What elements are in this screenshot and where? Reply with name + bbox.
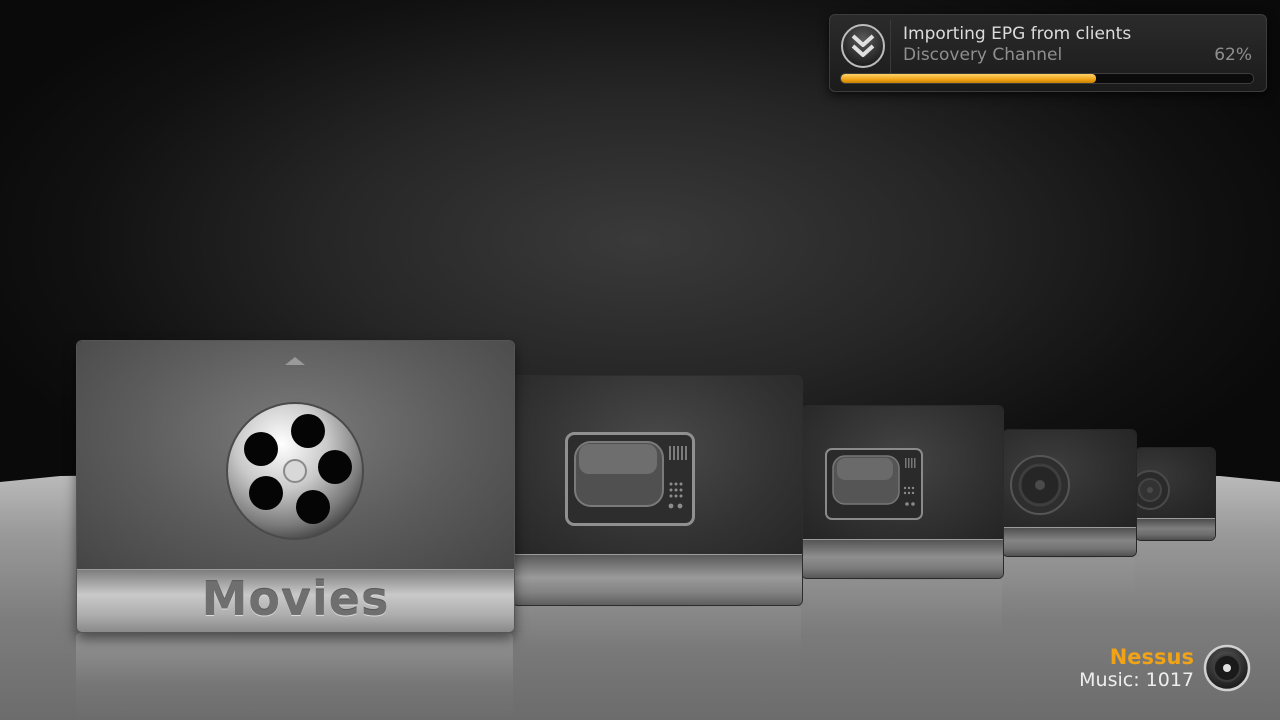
tile-reflection xyxy=(76,633,513,720)
tile-label-movies: Movies xyxy=(201,572,390,626)
tile-label-bar xyxy=(1136,518,1215,540)
tile-face xyxy=(77,341,514,569)
menu-tile-3[interactable] xyxy=(801,405,1004,579)
tile-reflection xyxy=(1002,557,1135,597)
tile-face xyxy=(513,376,802,555)
tile-label-bar xyxy=(802,539,1003,578)
chevron-up-icon[interactable] xyxy=(283,355,307,367)
tile-face xyxy=(1003,430,1136,528)
speaker-icon xyxy=(1010,455,1070,515)
double-chevron-down-icon xyxy=(841,24,885,68)
notification-title: Importing EPG from clients xyxy=(903,24,1132,44)
tile-label-bar xyxy=(513,554,802,605)
notification-subtitle: Discovery Channel xyxy=(903,45,1063,65)
notification-percent: 62% xyxy=(1214,45,1252,65)
menu-tile-5[interactable] xyxy=(1135,447,1216,541)
epg-import-notification: Importing EPG from clients Discovery Cha… xyxy=(829,14,1267,92)
tv-icon xyxy=(825,448,923,520)
notification-icon-box xyxy=(836,20,891,74)
progress-bar-fill xyxy=(841,74,1097,83)
menu-tile-4[interactable] xyxy=(1002,429,1137,557)
tile-face xyxy=(1136,448,1215,519)
tile-reflection xyxy=(512,606,801,676)
tv-icon xyxy=(565,432,695,526)
tile-label-bar: Movies xyxy=(77,569,514,632)
tile-face xyxy=(802,406,1003,540)
speaker-icon xyxy=(1203,644,1251,692)
menu-tile-movies[interactable]: Movies xyxy=(76,340,515,633)
now-playing-name: Nessus xyxy=(1109,645,1194,669)
now-playing-info: Music: 1017 xyxy=(1079,669,1194,691)
tile-label-bar xyxy=(1003,527,1136,556)
menu-tile-2[interactable] xyxy=(512,375,803,606)
speaker-icon xyxy=(1136,470,1170,510)
film-reel-icon xyxy=(226,402,364,540)
tile-reflection xyxy=(801,579,1002,635)
progress-bar xyxy=(840,73,1254,84)
